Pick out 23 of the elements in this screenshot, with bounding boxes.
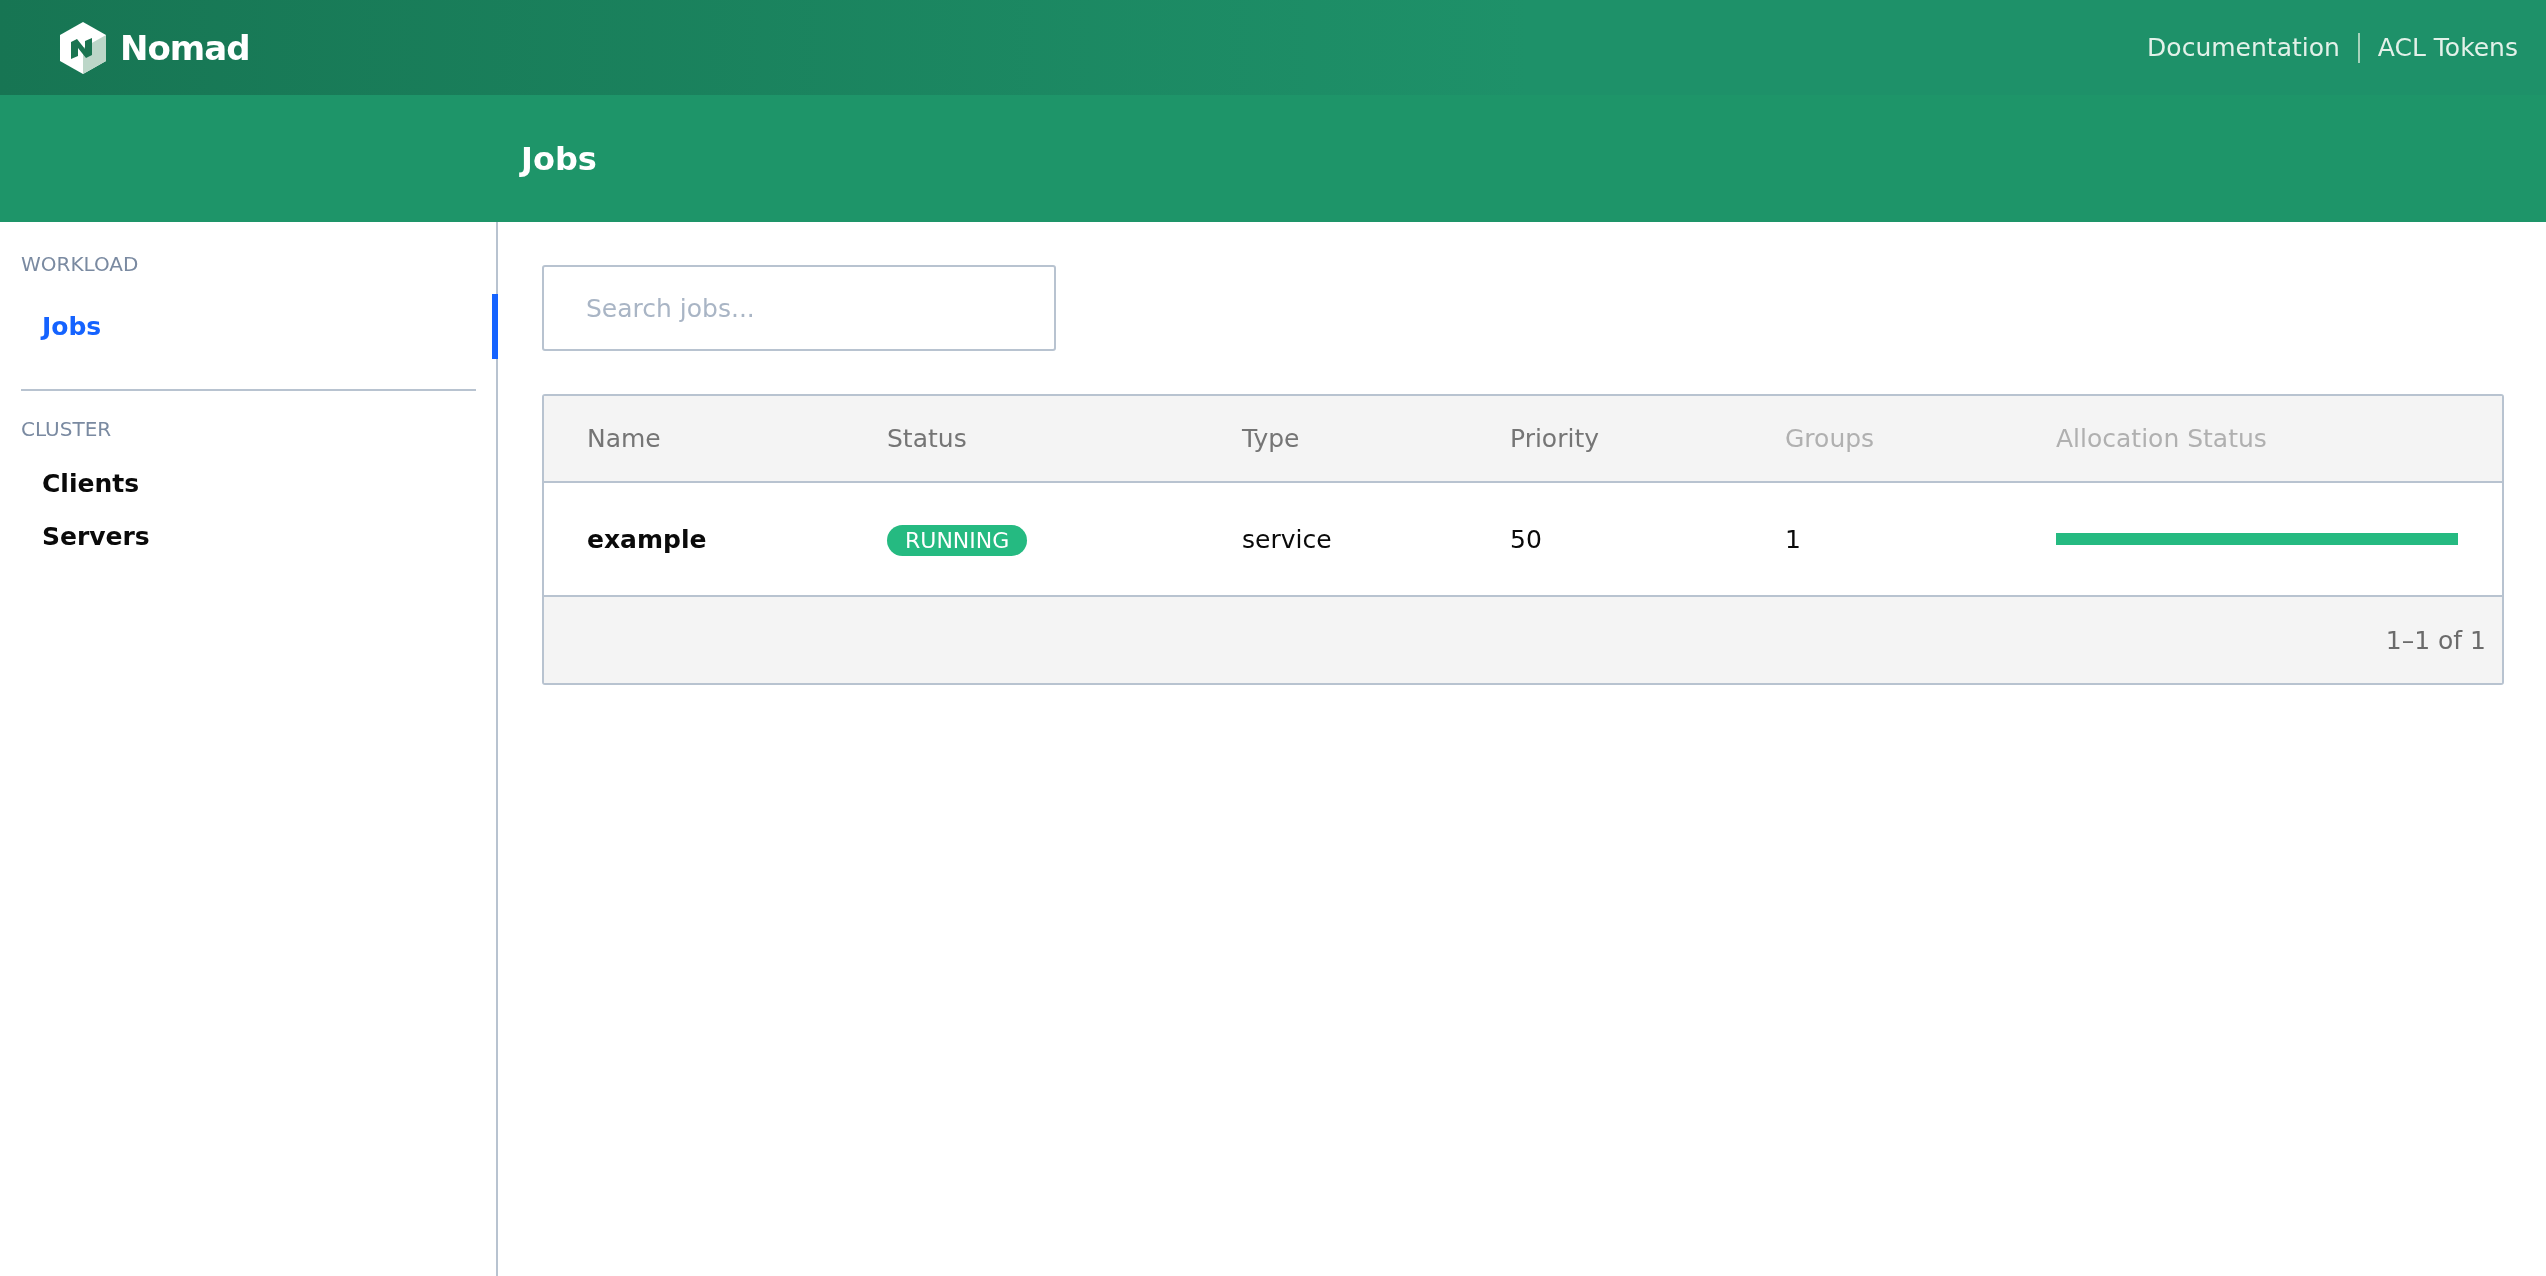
page-title: Jobs xyxy=(521,139,597,178)
nav-link[interactable]: ACL Tokens xyxy=(2377,33,2518,62)
hexagon-logo-icon xyxy=(60,21,106,74)
sidebar-heading: WORKLOAD xyxy=(20,252,140,276)
sidebar-item[interactable]: Clients xyxy=(0,459,498,508)
pagination-info: 1–1 of 1 xyxy=(2385,625,2486,655)
table-cell: 50 xyxy=(1510,524,1542,554)
sidebar-item[interactable]: Servers xyxy=(0,512,498,561)
status-badge: RUNNING xyxy=(887,524,1028,556)
column-header: Groups xyxy=(1785,424,1876,453)
sidebar-heading: CLUSTER xyxy=(20,417,113,441)
sidebar-item[interactable]: Jobs xyxy=(0,294,498,359)
job-name-link[interactable]: example xyxy=(587,524,707,554)
column-header[interactable]: Status xyxy=(887,424,1242,453)
column-header[interactable]: Name xyxy=(587,424,887,453)
column-header[interactable]: Priority xyxy=(1510,424,1785,453)
brand-name[interactable]: Nomad xyxy=(120,27,250,68)
column-header: Allocation Status xyxy=(2056,424,2268,453)
column-header[interactable]: Type xyxy=(1242,424,1510,453)
table-cell: service xyxy=(1242,524,1332,554)
nav-link[interactable]: Documentation xyxy=(2147,33,2340,62)
search-field[interactable]: Search jobs... xyxy=(542,265,1056,351)
table-cell: 1 xyxy=(1785,524,1801,554)
